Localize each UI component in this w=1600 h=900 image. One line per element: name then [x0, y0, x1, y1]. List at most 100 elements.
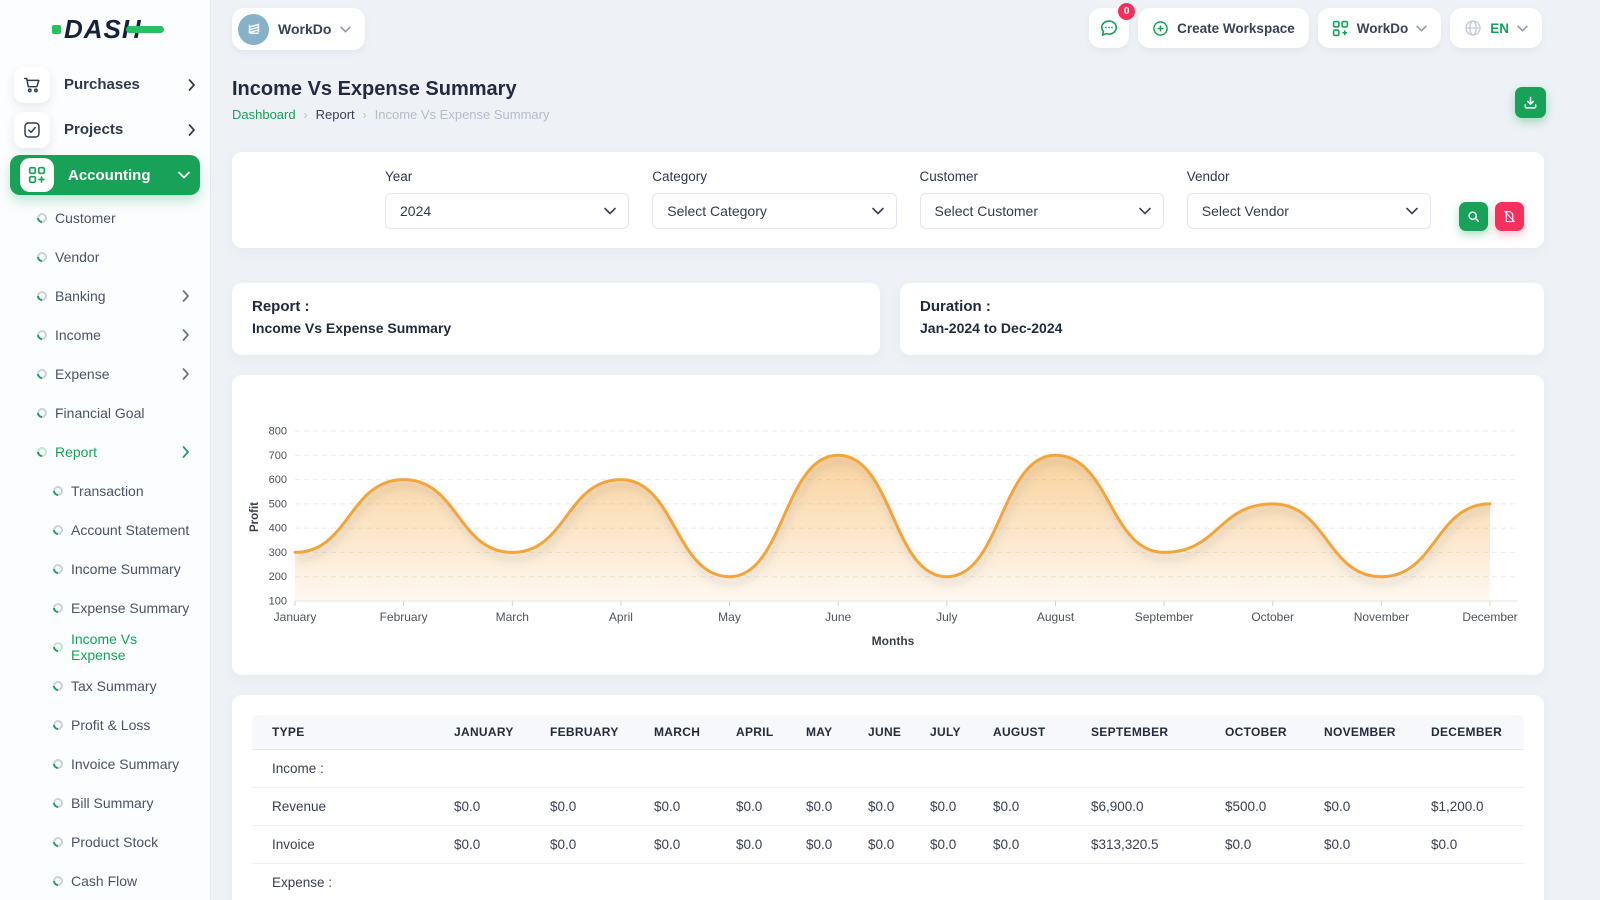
- row-value-cell: $0.0: [716, 788, 786, 826]
- row-value-cell: $0.0: [1411, 826, 1524, 864]
- chevron-down-icon: [872, 207, 884, 215]
- workspace-menu-button[interactable]: WorkDo: [1318, 8, 1442, 48]
- svg-text:300: 300: [269, 547, 287, 559]
- report-label: Report :: [252, 298, 860, 315]
- download-button[interactable]: [1515, 87, 1546, 118]
- bullet-icon: [51, 639, 65, 653]
- sidebar-item-projects[interactable]: Projects: [0, 107, 210, 152]
- reset-filter-button[interactable]: [1495, 202, 1524, 231]
- vendor-field: Vendor Select Vendor: [1187, 169, 1431, 248]
- sidebar-item-label: Projects: [64, 121, 188, 138]
- sidebar-item-label: Expense Summary: [71, 600, 190, 616]
- create-workspace-label: Create Workspace: [1177, 21, 1295, 36]
- bullet-icon: [51, 483, 65, 497]
- sidebar-nav: Purchases Projects Accounting Customer V…: [0, 58, 210, 900]
- table-header-cell: SEPTEMBER: [1071, 715, 1205, 750]
- row-value-cell: $0.0: [910, 788, 973, 826]
- row-value-cell: $313,320.5: [1071, 826, 1205, 864]
- sidebar-item-vendor[interactable]: Vendor: [0, 237, 210, 276]
- sidebar-item-income[interactable]: Income: [0, 315, 210, 354]
- sidebar-item-expense-summary[interactable]: Expense Summary: [0, 588, 210, 627]
- chevron-right-icon: [182, 368, 190, 380]
- svg-text:December: December: [1462, 610, 1517, 624]
- customer-label: Customer: [920, 169, 1164, 184]
- row-value-cell: $0.0: [716, 826, 786, 864]
- chevron-right-icon: [182, 446, 190, 458]
- vendor-select[interactable]: Select Vendor: [1187, 193, 1431, 229]
- row-value-cell: $6,900.0: [1071, 788, 1205, 826]
- bullet-icon: [51, 717, 65, 731]
- svg-text:February: February: [380, 610, 428, 624]
- sidebar-item-income-vs-expense[interactable]: Income Vs Expense: [0, 627, 210, 666]
- messages-button[interactable]: 0: [1089, 8, 1129, 48]
- row-type-cell: Revenue: [252, 788, 434, 826]
- chevron-right-icon: [182, 290, 190, 302]
- main-content: WorkDo 0 Create Workspace WorkD: [210, 0, 1600, 900]
- workspace-switcher[interactable]: WorkDo: [232, 8, 365, 50]
- grid-icon: [20, 158, 54, 192]
- sidebar-item-label: Account Statement: [71, 522, 190, 538]
- row-value-cell: $0.0: [786, 826, 848, 864]
- bullet-icon: [51, 678, 65, 692]
- bullet-icon: [51, 756, 65, 770]
- sidebar-item-tax-summary[interactable]: Tax Summary: [0, 666, 210, 705]
- sidebar-item-customer[interactable]: Customer: [0, 198, 210, 237]
- language-selector[interactable]: EN: [1450, 8, 1542, 48]
- row-value-cell: $0.0: [973, 826, 1071, 864]
- sidebar-item-financial-goal[interactable]: Financial Goal: [0, 393, 210, 432]
- year-select[interactable]: 2024: [385, 193, 629, 229]
- sidebar-item-transaction[interactable]: Transaction: [0, 471, 210, 510]
- sidebar-item-banking[interactable]: Banking: [0, 276, 210, 315]
- svg-text:500: 500: [269, 498, 287, 510]
- bullet-icon: [35, 288, 49, 302]
- table-header-cell: NOVEMBER: [1304, 715, 1411, 750]
- svg-text:100: 100: [269, 596, 287, 608]
- sidebar-item-bill-summary[interactable]: Bill Summary: [0, 783, 210, 822]
- chevron-right-icon: [182, 329, 190, 341]
- row-value-cell: $0.0: [848, 788, 910, 826]
- plus-circle-icon: [1152, 20, 1169, 37]
- row-value-cell: $0.0: [530, 788, 634, 826]
- checklist-icon: [14, 112, 50, 148]
- breadcrumb-report[interactable]: Report: [316, 107, 355, 122]
- page-title: Income Vs Expense Summary: [232, 78, 517, 101]
- chevron-down-icon: [1139, 207, 1151, 215]
- customer-select[interactable]: Select Customer: [920, 193, 1164, 229]
- sidebar-item-label: Cash Flow: [71, 873, 190, 889]
- sidebar-item-profit-loss[interactable]: Profit & Loss: [0, 705, 210, 744]
- svg-text:November: November: [1354, 610, 1409, 624]
- grid-icon: [1332, 20, 1349, 37]
- sidebar-item-report[interactable]: Report: [0, 432, 210, 471]
- svg-text:800: 800: [269, 426, 287, 438]
- breadcrumb-dashboard[interactable]: Dashboard: [232, 107, 296, 122]
- svg-text:July: July: [936, 610, 957, 624]
- sidebar-item-accounting[interactable]: Accounting: [10, 155, 200, 195]
- bullet-icon: [35, 444, 49, 458]
- sidebar-item-cash-flow[interactable]: Cash Flow: [0, 861, 210, 900]
- table-header-cell: MARCH: [634, 715, 716, 750]
- category-select[interactable]: Select Category: [652, 193, 896, 229]
- sidebar-item-income-summary[interactable]: Income Summary: [0, 549, 210, 588]
- duration-summary-card: Duration : Jan-2024 to Dec-2024: [900, 283, 1544, 355]
- row-value-cell: $0.0: [786, 788, 848, 826]
- table-section-title: Income :: [252, 750, 1524, 788]
- sidebar-item-product-stock[interactable]: Product Stock: [0, 822, 210, 861]
- svg-text:October: October: [1251, 610, 1294, 624]
- table-header-cell: JULY: [910, 715, 973, 750]
- download-icon: [1523, 95, 1538, 110]
- sidebar-item-account-statement[interactable]: Account Statement: [0, 510, 210, 549]
- duration-value: Jan-2024 to Dec-2024: [920, 320, 1524, 336]
- svg-text:May: May: [718, 610, 741, 624]
- app-logo[interactable]: DASH: [0, 0, 210, 58]
- create-workspace-button[interactable]: Create Workspace: [1138, 8, 1309, 48]
- table-header-cell: MAY: [786, 715, 848, 750]
- sidebar-item-invoice-summary[interactable]: Invoice Summary: [0, 744, 210, 783]
- chat-bubble-icon: [1099, 18, 1119, 38]
- breadcrumb-current: Income Vs Expense Summary: [375, 107, 550, 122]
- bullet-icon: [51, 600, 65, 614]
- apply-filter-button[interactable]: [1459, 202, 1488, 231]
- svg-text:Profit: Profit: [249, 502, 261, 532]
- sidebar-item-purchases[interactable]: Purchases: [0, 62, 210, 107]
- vendor-select-value: Select Vendor: [1202, 203, 1289, 219]
- sidebar-item-expense[interactable]: Expense: [0, 354, 210, 393]
